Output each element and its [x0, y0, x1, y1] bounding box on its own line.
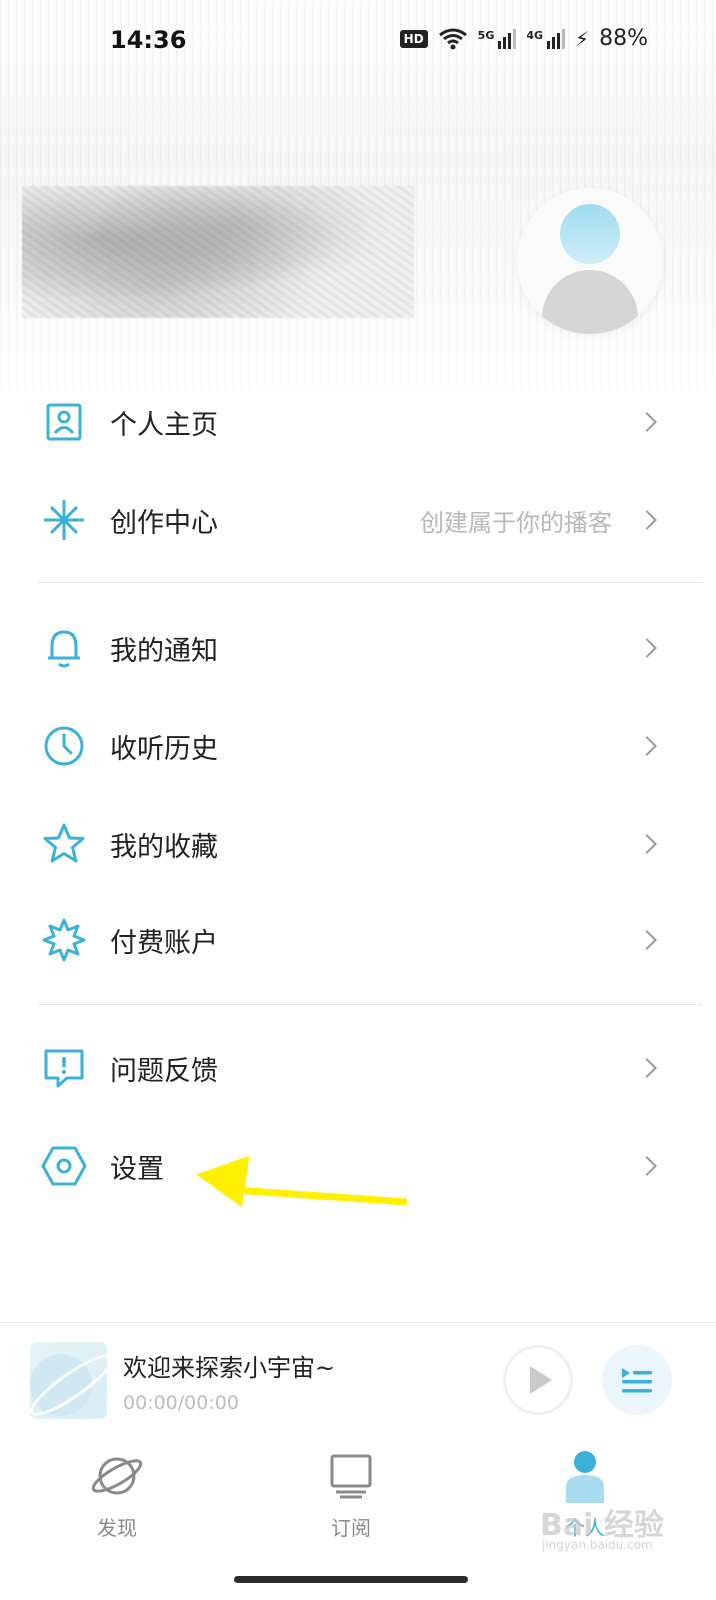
- tab-discover[interactable]: 发现: [57, 1440, 177, 1550]
- person-icon: [555, 1446, 615, 1506]
- menu-item-label: 我的通知: [110, 635, 218, 667]
- menu-item-label: 个人主页: [110, 409, 218, 441]
- hd-badge: HD: [399, 29, 428, 48]
- play-icon: [530, 1366, 552, 1394]
- chevron-right-icon: [637, 1156, 657, 1176]
- chevron-right-icon: [637, 736, 657, 756]
- menu-item-hint: 创建属于你的播客: [420, 508, 612, 537]
- status-bar: 14:36 HD 5G 4G ⚡ 88%: [0, 0, 716, 84]
- menu-item-paid-account[interactable]: 付费账户: [0, 892, 716, 988]
- chevron-right-icon: [637, 930, 657, 950]
- bolt-icon: ⚡: [575, 26, 590, 51]
- tab-subscriptions[interactable]: 订阅: [291, 1440, 411, 1550]
- player-cover-image[interactable]: [30, 1342, 107, 1419]
- avatar-body: [542, 270, 638, 334]
- menu-item-label: 设置: [110, 1153, 164, 1185]
- player-divider: [0, 1322, 716, 1323]
- menu-item-history[interactable]: 收听历史: [0, 698, 716, 794]
- star-icon: [40, 820, 88, 868]
- player-title[interactable]: 欢迎来探索小宇宙~: [123, 1348, 335, 1383]
- chevron-right-icon: [637, 412, 657, 432]
- menu-item-favorites[interactable]: 我的收藏: [0, 796, 716, 892]
- chevron-right-icon: [637, 510, 657, 530]
- player-time: 00:00/00:00: [123, 1392, 239, 1414]
- home-indicator[interactable]: [234, 1576, 468, 1583]
- tab-label: 发现: [97, 1516, 137, 1540]
- playlist-icon: [622, 1368, 652, 1393]
- menu-item-label: 问题反馈: [110, 1055, 218, 1087]
- profile-banner-image[interactable]: [22, 186, 414, 318]
- chevron-right-icon: [637, 1058, 657, 1078]
- watermark-url: jingyan.baidu.com: [542, 1538, 653, 1552]
- menu-item-label: 创作中心: [110, 507, 218, 539]
- menu-item-feedback[interactable]: 问题反馈: [0, 1020, 716, 1116]
- menu-item-label: 付费账户: [110, 927, 218, 959]
- menu-item-notifications[interactable]: 我的通知: [0, 600, 716, 696]
- feedback-icon: [40, 1044, 88, 1092]
- chevron-right-icon: [637, 638, 657, 658]
- battery-percent: 88%: [599, 26, 648, 51]
- wifi-icon: [438, 28, 467, 49]
- signal-5g-icon: 5G: [478, 28, 517, 49]
- avatar[interactable]: [517, 188, 663, 334]
- menu-item-label: 收听历史: [110, 733, 218, 765]
- status-time: 14:36: [110, 26, 187, 54]
- menu-item-profile[interactable]: 个人主页: [0, 374, 716, 470]
- clock-icon: [40, 722, 88, 770]
- avatar-head: [560, 204, 620, 264]
- screen-icon: [321, 1446, 381, 1506]
- planet-icon: [87, 1446, 147, 1506]
- playlist-button[interactable]: [602, 1345, 672, 1415]
- status-icons: HD 5G 4G ⚡ 88%: [399, 26, 648, 51]
- tab-label: 订阅: [331, 1516, 371, 1540]
- bell-icon: [40, 624, 88, 672]
- menu-item-label: 我的收藏: [110, 831, 218, 863]
- menu-item-creator-center[interactable]: 创作中心 创建属于你的播客: [0, 472, 716, 568]
- section-divider: [38, 582, 702, 583]
- badge-icon: [40, 916, 88, 964]
- play-button[interactable]: [503, 1345, 573, 1415]
- chevron-right-icon: [637, 834, 657, 854]
- profile-card-icon: [40, 398, 88, 446]
- sparkle-icon: [40, 496, 88, 544]
- settings-icon: [40, 1142, 88, 1190]
- signal-4g-icon: 4G: [526, 28, 566, 49]
- section-divider: [38, 1004, 702, 1005]
- annotation-arrow-head: [192, 1148, 250, 1208]
